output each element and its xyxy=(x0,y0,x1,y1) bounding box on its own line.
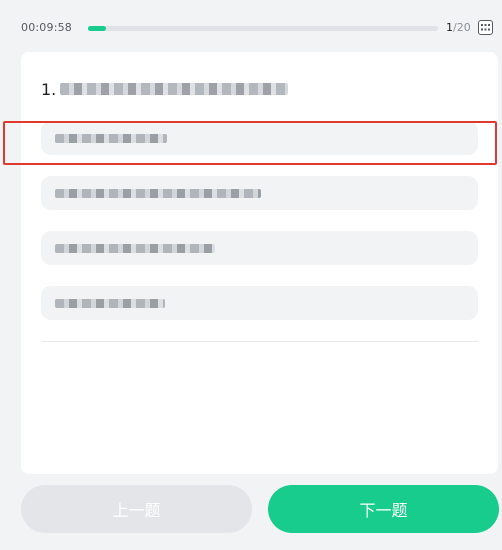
option-d[interactable] xyxy=(41,286,478,320)
option-a[interactable] xyxy=(41,121,478,155)
question-counter-current: 1 xyxy=(446,21,453,34)
card-divider xyxy=(41,341,478,342)
question-counter: 1/20 xyxy=(446,21,471,34)
progress-bar-fill xyxy=(88,26,106,31)
quiz-page: 00:09:58 1/20 1. 上一题 下一题 xyxy=(0,0,502,550)
option-text-blurred xyxy=(55,243,215,253)
progress-bar xyxy=(88,26,438,31)
next-question-button[interactable]: 下一题 xyxy=(268,485,499,533)
question-text: 1. xyxy=(41,77,289,101)
question-counter-total: /20 xyxy=(453,21,471,34)
countdown-timer: 00:09:58 xyxy=(21,21,73,34)
option-c[interactable] xyxy=(41,231,478,265)
option-text-blurred xyxy=(55,298,165,308)
answer-sheet-button[interactable] xyxy=(478,20,493,35)
question-card: 1. xyxy=(21,52,498,474)
question-text-blurred xyxy=(60,83,289,95)
quiz-header: 00:09:58 1/20 xyxy=(0,0,502,52)
question-number: 1. xyxy=(41,79,57,99)
option-b[interactable] xyxy=(41,176,478,210)
previous-question-button[interactable]: 上一题 xyxy=(21,485,252,533)
grid-icon xyxy=(481,24,490,31)
option-text-blurred xyxy=(55,133,167,143)
option-text-blurred xyxy=(55,188,261,198)
